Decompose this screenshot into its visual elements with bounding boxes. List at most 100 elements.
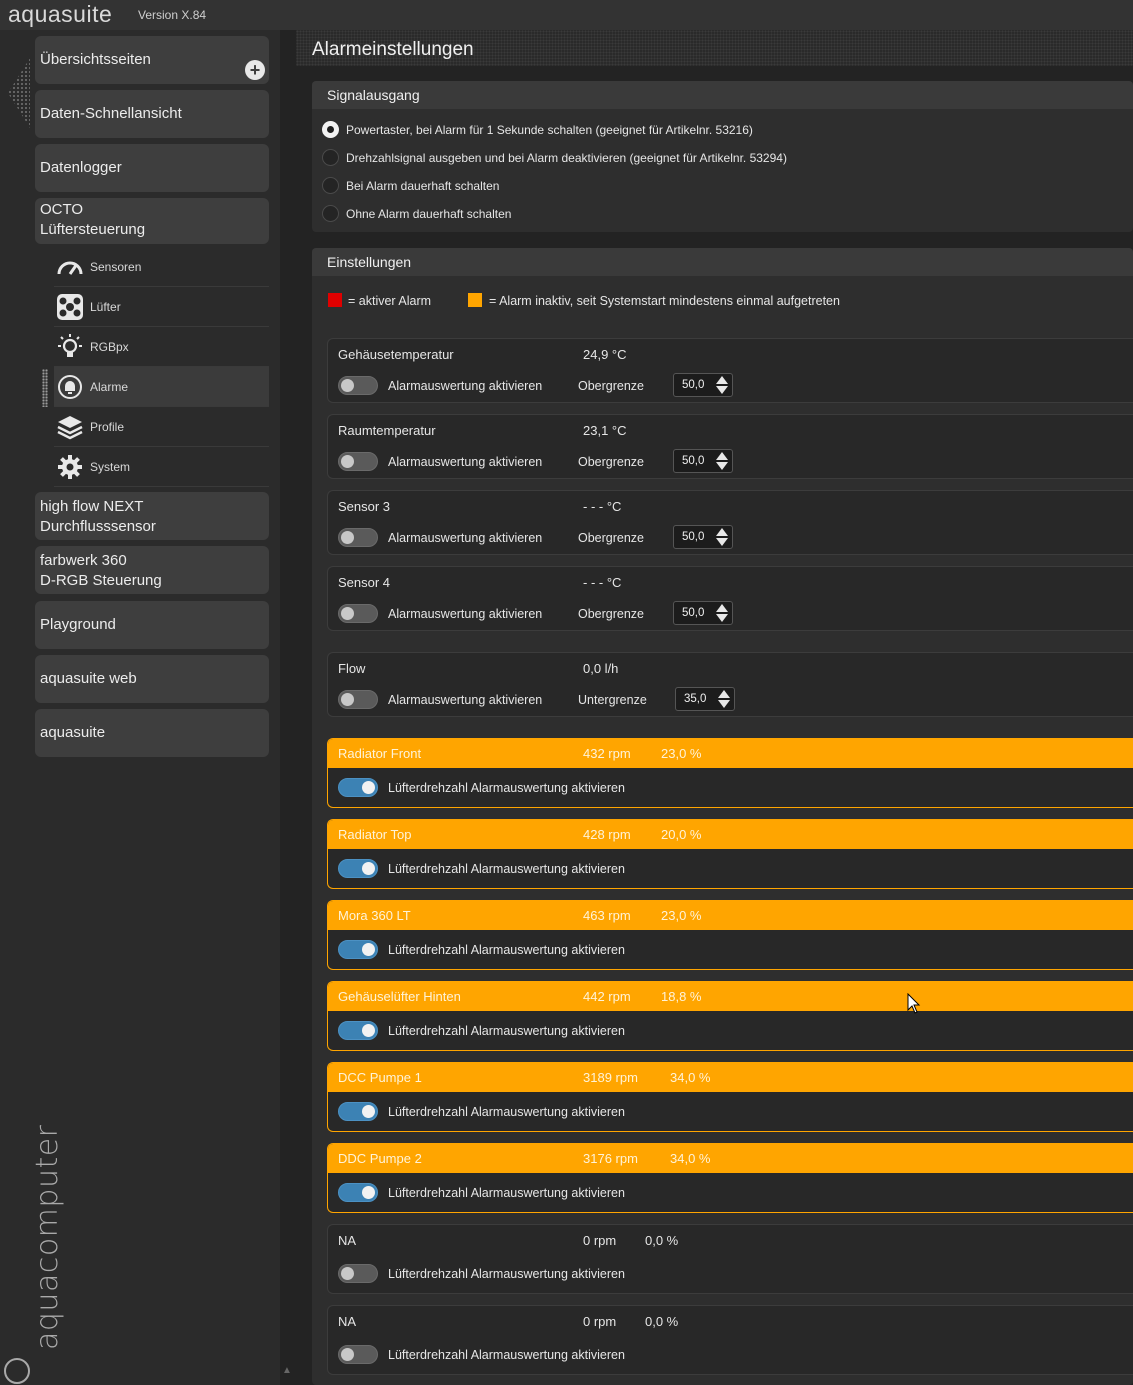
fan-alarm-toggle[interactable]	[338, 778, 378, 797]
fan-alarm-toggle[interactable]	[338, 940, 378, 959]
bulb-icon	[58, 334, 82, 357]
limit-spinbox[interactable]: 50,0	[673, 601, 733, 625]
brand-logo-text: aquacomputer	[30, 1124, 65, 1350]
alarm-toggle-label: Alarmauswertung aktivieren	[388, 607, 543, 621]
spin-up-icon[interactable]	[716, 376, 728, 384]
fan-alarm-header: DCC Pumpe 1 3189 rpm 34,0 %	[328, 1063, 1133, 1092]
limit-spinbox[interactable]: 50,0	[673, 525, 733, 549]
fan-name: DDC Pumpe 2	[338, 1151, 422, 1166]
nav-octo-line1: OCTO	[40, 201, 84, 218]
fan-name: Mora 360 LT	[338, 908, 411, 923]
fan-card: NA 0 rpm 0,0 % Lüfterdrehzahl Alarmauswertu…	[327, 1305, 1133, 1375]
fan-alarm-toggle-label: Lüfterdrehzahl Alarmauswertung aktiviere…	[388, 1348, 625, 1362]
sensor-card: Sensor 3 - - - °C Alarmauswertung aktivi…	[327, 490, 1133, 555]
alarm-toggle[interactable]	[338, 452, 378, 471]
fan-percent: 23,0 %	[661, 908, 702, 923]
sensor-name: Gehäusetemperatur	[338, 347, 454, 362]
nav-quickview[interactable]: Daten-Schnellansicht	[35, 90, 269, 138]
sidebar-item-profile[interactable]: Profile	[54, 407, 269, 447]
sidebar-item-label: Lüfter	[90, 300, 121, 314]
spin-down-icon[interactable]	[718, 700, 730, 708]
fan-alarm-toggle-label: Lüfterdrehzahl Alarmauswertung aktiviere…	[388, 1186, 625, 1200]
nav-farbwerk[interactable]: farbwerk 360 D-RGB Steuerung	[35, 546, 269, 594]
nav-octo[interactable]: OCTO Lüftersteuerung	[35, 198, 269, 244]
sidebar-item-luefter[interactable]: Lüfter	[54, 287, 269, 327]
radio-label: Drehzahlsignal ausgeben und bei Alarm de…	[346, 151, 787, 165]
sidebar-item-label: Alarme	[90, 380, 129, 394]
nav-aquasuite-web[interactable]: aquasuite web	[35, 655, 269, 703]
radio-button[interactable]	[322, 177, 339, 194]
spin-down-icon[interactable]	[716, 462, 728, 470]
alarm-toggle[interactable]	[338, 376, 378, 395]
plus-icon[interactable]: +	[245, 60, 265, 80]
nav-datalogger-label: Datenlogger	[40, 159, 122, 176]
limit-spinbox[interactable]: 50,0	[673, 449, 733, 473]
alarm-toggle[interactable]	[338, 604, 378, 623]
sensor-value: 23,1 °C	[583, 423, 627, 438]
nav-aquasuite[interactable]: aquasuite	[35, 709, 269, 757]
app-version: Version X.84	[138, 8, 207, 22]
fan-alarm-toggle[interactable]	[338, 1345, 378, 1364]
limit-label: Untergrenze	[578, 693, 647, 707]
spin-up-icon[interactable]	[718, 690, 730, 698]
fan-card: Gehäuselüfter Hinten 442 rpm 18,8 % Lüfterd…	[327, 981, 1133, 1051]
fan-alarm-toggle[interactable]	[338, 1021, 378, 1040]
limit-spinbox[interactable]: 50,0	[673, 373, 733, 397]
fan-rpm: 3176 rpm	[583, 1151, 638, 1166]
radio-button[interactable]	[322, 205, 339, 222]
fan-alarm-toggle-label: Lüfterdrehzahl Alarmauswertung aktiviere…	[388, 781, 625, 795]
nav-highflow[interactable]: high flow NEXT Durchflusssensor	[35, 492, 269, 540]
fan-percent: 23,0 %	[661, 746, 702, 761]
radio-button[interactable]	[322, 149, 339, 166]
fan-alarm-toggle[interactable]	[338, 1183, 378, 1202]
spin-down-icon[interactable]	[716, 538, 728, 546]
spin-up-icon[interactable]	[716, 452, 728, 460]
scroll-up-arrow-icon[interactable]: ▲	[282, 1365, 292, 1376]
spin-down-icon[interactable]	[716, 386, 728, 394]
fan-alarm-toggle[interactable]	[338, 859, 378, 878]
sidebar-item-alarme[interactable]: Alarme	[54, 367, 269, 407]
app-title: aquasuite	[8, 1, 113, 27]
nav-playground[interactable]: Playground	[35, 601, 269, 649]
sidebar-item-system[interactable]: System	[54, 447, 269, 487]
nav-farbwerk-line1: farbwerk 360	[40, 552, 127, 569]
flow-card: Flow 0,0 l/h Alarmauswertung aktivieren …	[327, 652, 1133, 717]
sidebar-item-sensoren[interactable]: Sensoren	[54, 247, 269, 287]
fan-name: NA	[338, 1233, 357, 1248]
fan-alarm-header: Radiator Front 432 rpm 23,0 %	[328, 739, 1133, 768]
fan-alarm-toggle[interactable]	[338, 1102, 378, 1121]
alarm-toggle[interactable]	[338, 690, 378, 709]
brand-logo-icon	[4, 1358, 30, 1384]
alarm-toggle-label: Alarmauswertung aktivieren	[388, 531, 543, 545]
fan-card: Radiator Top 428 rpm 20,0 % Lüfterdrehzahl …	[327, 819, 1133, 889]
alarm-toggle[interactable]	[338, 528, 378, 547]
spin-down-icon[interactable]	[716, 614, 728, 622]
nav-quickview-label: Daten-Schnellansicht	[40, 105, 182, 122]
sensor-card: Sensor 4 - - - °C Alarmauswertung aktivi…	[327, 566, 1133, 631]
nav-playground-label: Playground	[40, 616, 116, 633]
page-header: Alarmeinstellungen	[296, 30, 1133, 66]
layers-icon	[57, 416, 83, 440]
radio-button[interactable]	[322, 121, 339, 138]
gauge-icon	[57, 261, 83, 275]
gear-icon	[58, 455, 82, 479]
nav-overview[interactable]: Übersichtsseiten +	[35, 36, 269, 84]
panel-title: Einstellungen	[327, 254, 412, 270]
limit-spinbox[interactable]: 35,0	[675, 687, 735, 711]
fan-alarm-header: Radiator Top 428 rpm 20,0 %	[328, 820, 1133, 849]
fan-alarm-toggle[interactable]	[338, 1264, 378, 1283]
fan-alarm-toggle-label: Lüfterdrehzahl Alarmauswertung aktiviere…	[388, 862, 625, 876]
nav-datalogger[interactable]: Datenlogger	[35, 144, 269, 192]
fan-card: Radiator Front 432 rpm 23,0 % Lüfterdrehzah…	[327, 738, 1133, 808]
signal-output-panel: Signalausgang Powertaster, bei Alarm für…	[312, 81, 1133, 232]
sidebar-item-rgbpx[interactable]: RGBpx	[54, 327, 269, 367]
fan-percent: 34,0 %	[670, 1070, 711, 1085]
fan-rpm: 0 rpm	[583, 1233, 617, 1248]
limit-value: 50,0	[682, 455, 705, 467]
fan-card: Mora 360 LT 463 rpm 23,0 % Lüfterdrehzahl A…	[327, 900, 1133, 970]
sidebar-scroll-track[interactable]	[280, 30, 296, 1385]
fan-icon	[57, 294, 83, 320]
spin-up-icon[interactable]	[716, 528, 728, 536]
sensor-name: Sensor 3	[338, 499, 391, 514]
spin-up-icon[interactable]	[716, 604, 728, 612]
